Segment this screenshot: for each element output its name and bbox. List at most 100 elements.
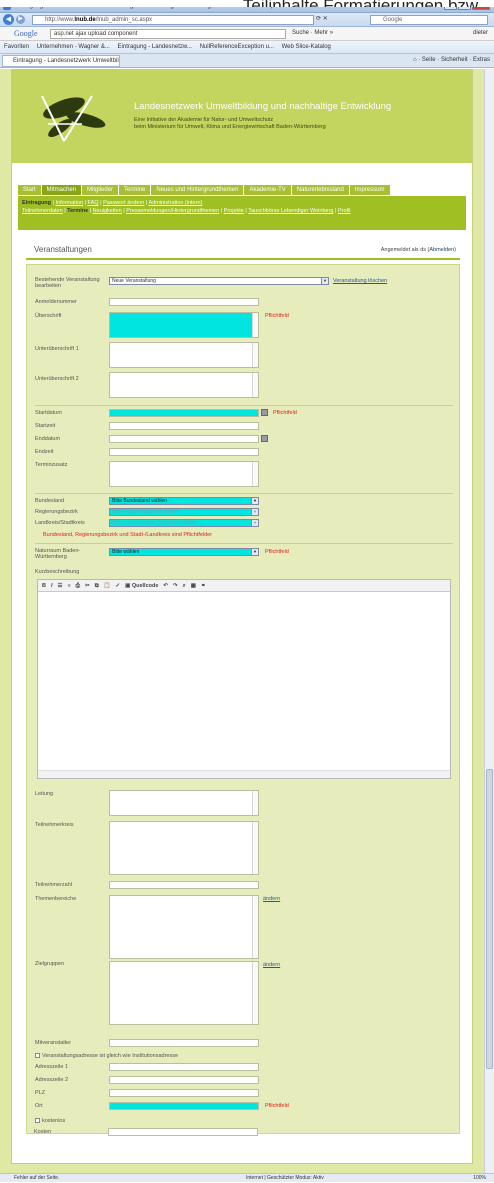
undo-icon[interactable]: ↶ bbox=[163, 583, 168, 589]
address-same-checkbox[interactable]: Veranstaltungsadresse ist gleich wie Ins… bbox=[35, 1053, 178, 1059]
italic-icon[interactable]: I bbox=[51, 583, 53, 589]
overlay-caption: Teilinhalte Formatierungen bzw. bbox=[0, 0, 494, 7]
google-search-button[interactable]: Suche · Mehr » bbox=[292, 30, 333, 36]
regbezirk-select[interactable]: Bitte Regierungsbezirk wählen ▼ bbox=[109, 508, 259, 516]
nav-neues[interactable]: Neues und Hintergrundthemen bbox=[151, 185, 244, 195]
delete-event-link[interactable]: Veranstaltung löschen bbox=[333, 278, 387, 284]
subnav-eintragung[interactable]: Eintragung bbox=[22, 200, 51, 206]
plz-input[interactable] bbox=[109, 1089, 259, 1097]
spellcheck-icon[interactable]: ✓ bbox=[115, 583, 120, 589]
unter2-input[interactable] bbox=[109, 372, 259, 398]
browser-search-input[interactable]: Google bbox=[370, 15, 488, 25]
subnav-faq[interactable]: FAQ bbox=[88, 200, 99, 206]
event-form: Bestehende Veranstaltung bearbeiten Neue… bbox=[26, 264, 460, 1134]
calendar-icon[interactable] bbox=[261, 409, 268, 416]
subnav-presse[interactable]: Pressemeldungen/Hintergrundthemen bbox=[126, 208, 219, 214]
numbered-list-icon[interactable]: ≡ bbox=[67, 583, 70, 589]
google-toolbar: Google asp.net ajax upload component Suc… bbox=[0, 27, 494, 41]
adresszeile2-input[interactable] bbox=[109, 1076, 259, 1084]
zielgruppen-aendern-link[interactable]: ändern bbox=[263, 962, 280, 968]
editor-resize-bar[interactable] bbox=[38, 770, 450, 778]
refresh-icon[interactable]: ⟳ ✕ bbox=[316, 15, 328, 22]
nav-termine[interactable]: Termine bbox=[119, 185, 151, 195]
bold-icon[interactable]: B bbox=[42, 583, 46, 589]
logout-link[interactable]: Abmelden bbox=[429, 247, 454, 253]
endzeit-input[interactable] bbox=[109, 448, 259, 456]
sub-nav: Eintragung | Information | FAQ | Passwor… bbox=[18, 196, 466, 230]
subnav-termine[interactable]: Termine bbox=[67, 208, 88, 214]
landkreis-select[interactable]: Bitte Landkreis bzw. Stadtkreis wählen ▼ bbox=[109, 519, 259, 527]
subnav-administration[interactable]: Administration (intern) bbox=[149, 200, 203, 206]
tool-security[interactable]: Sicherheit bbox=[441, 57, 468, 63]
leitung-input[interactable] bbox=[109, 790, 259, 816]
kostenlos-checkbox[interactable]: kostenlos bbox=[35, 1118, 65, 1124]
subnav-teilnehmerdaten[interactable]: Teilnehmerdaten bbox=[22, 208, 63, 214]
subnav-profil[interactable]: Profil bbox=[338, 208, 351, 214]
scrollbar-thumb[interactable] bbox=[486, 769, 493, 1069]
tool-page[interactable]: Seite bbox=[422, 57, 436, 63]
tool-extras[interactable]: Extras bbox=[473, 57, 490, 63]
favorite-item[interactable]: Web Slice-Katalog bbox=[282, 44, 331, 50]
favorite-item[interactable]: Unternehmen - Wagner &... bbox=[37, 44, 110, 50]
cut-icon[interactable]: ✂ bbox=[85, 583, 90, 589]
home-icon[interactable]: ⌂ bbox=[413, 57, 417, 63]
list-icon[interactable]: ☰ bbox=[58, 583, 63, 589]
subnav-passwort[interactable]: Passwort ändern bbox=[103, 200, 144, 206]
page-viewport: Landesnetzwerk Umweltbildung und nachhal… bbox=[0, 69, 484, 1173]
startdatum-input[interactable] bbox=[109, 409, 259, 417]
bundesland-select[interactable]: Bitte Bundesland wählen ▼ bbox=[109, 497, 259, 505]
browser-tab[interactable]: Eintragung - Landesnetzwerk Umweltbildun… bbox=[2, 55, 120, 67]
favorites-button[interactable]: Favoriten bbox=[4, 44, 29, 50]
themenbereiche-aendern-link[interactable]: ändern bbox=[263, 896, 280, 902]
status-error[interactable]: Fehler auf der Seite. bbox=[14, 1175, 59, 1181]
adresszeile1-input[interactable] bbox=[109, 1063, 259, 1071]
nav-impressum[interactable]: Impressum bbox=[349, 185, 390, 195]
google-search-input[interactable]: asp.net ajax upload component bbox=[50, 29, 286, 39]
mitveranstalter-input[interactable] bbox=[109, 1039, 259, 1047]
copy-icon[interactable]: ⧉ bbox=[95, 583, 99, 589]
google-user[interactable]: dieter bbox=[473, 30, 488, 36]
anmeldenummer-input[interactable] bbox=[109, 298, 259, 306]
startzeit-input[interactable] bbox=[109, 422, 259, 430]
paste-icon[interactable]: 📋 bbox=[104, 583, 111, 589]
enddatum-input[interactable] bbox=[109, 435, 259, 443]
calendar-icon[interactable] bbox=[261, 435, 268, 442]
find-icon[interactable]: ⌕ bbox=[183, 583, 186, 589]
themenbereiche-input[interactable] bbox=[109, 895, 259, 959]
redo-icon[interactable]: ↷ bbox=[173, 583, 178, 589]
required-hint: Pflichtfeld bbox=[265, 549, 289, 555]
print-icon[interactable]: ⎙ bbox=[76, 583, 80, 589]
startdatum-label: Startdatum bbox=[35, 410, 62, 416]
kosten-input[interactable] bbox=[108, 1128, 258, 1136]
nav-akademie-tv[interactable]: Akademie-TV bbox=[244, 185, 291, 195]
existing-event-select[interactable]: Neue Veranstaltung ▼ bbox=[109, 277, 329, 285]
vertical-scrollbar[interactable] bbox=[484, 69, 494, 1173]
subnav-information[interactable]: Information bbox=[56, 200, 84, 206]
teilnehmerzahl-input[interactable] bbox=[109, 881, 259, 889]
favorite-item[interactable]: NullReferenceException u... bbox=[200, 44, 274, 50]
forward-button[interactable]: ▶ bbox=[16, 15, 25, 24]
ueberschrift-input[interactable] bbox=[109, 312, 259, 338]
back-button[interactable]: ◀ bbox=[3, 14, 14, 25]
table-icon[interactable]: ▦ bbox=[191, 583, 196, 589]
address-bar[interactable]: http://www.lnub.de/lnub_admin_sc.aspx bbox=[32, 15, 314, 25]
bundesland-label: Bundesland bbox=[35, 498, 65, 504]
editor-toolbar: B I ☰ ≡ ⎙ ✂ ⧉ 📋 ✓ ▣ Quellcode ↶ ↷ ⌕ ▦ ⚭ bbox=[38, 580, 450, 592]
subnav-projekte[interactable]: Projekte bbox=[224, 208, 244, 214]
favorite-item[interactable]: Eintragung - Landesnetzw... bbox=[118, 44, 192, 50]
nav-naturerlebnisland[interactable]: Naturerlebnisland bbox=[291, 185, 349, 195]
ort-input[interactable] bbox=[109, 1102, 259, 1110]
zielgruppen-input[interactable] bbox=[109, 961, 259, 1025]
subnav-neuigkeiten[interactable]: Neuigkeiten bbox=[93, 208, 122, 214]
naturraum-select[interactable]: Bitte wählen ▼ bbox=[109, 548, 259, 556]
link-icon[interactable]: ⚭ bbox=[201, 583, 206, 589]
subnav-tauschboerse[interactable]: Tauschbörse Lebendiger Weinberg bbox=[248, 208, 333, 214]
terminzusatz-input[interactable] bbox=[109, 461, 259, 487]
nav-mitmachen[interactable]: Mitmachen bbox=[41, 185, 82, 195]
nav-mitglieder[interactable]: Mitglieder bbox=[82, 185, 119, 195]
unter1-input[interactable] bbox=[109, 342, 259, 368]
rich-text-editor[interactable]: B I ☰ ≡ ⎙ ✂ ⧉ 📋 ✓ ▣ Quellcode ↶ ↷ ⌕ ▦ ⚭ bbox=[37, 579, 451, 779]
nav-start[interactable]: Start bbox=[18, 185, 41, 195]
teilnehmerkreis-input[interactable] bbox=[109, 821, 259, 875]
source-icon[interactable]: ▣ Quellcode bbox=[125, 583, 158, 589]
